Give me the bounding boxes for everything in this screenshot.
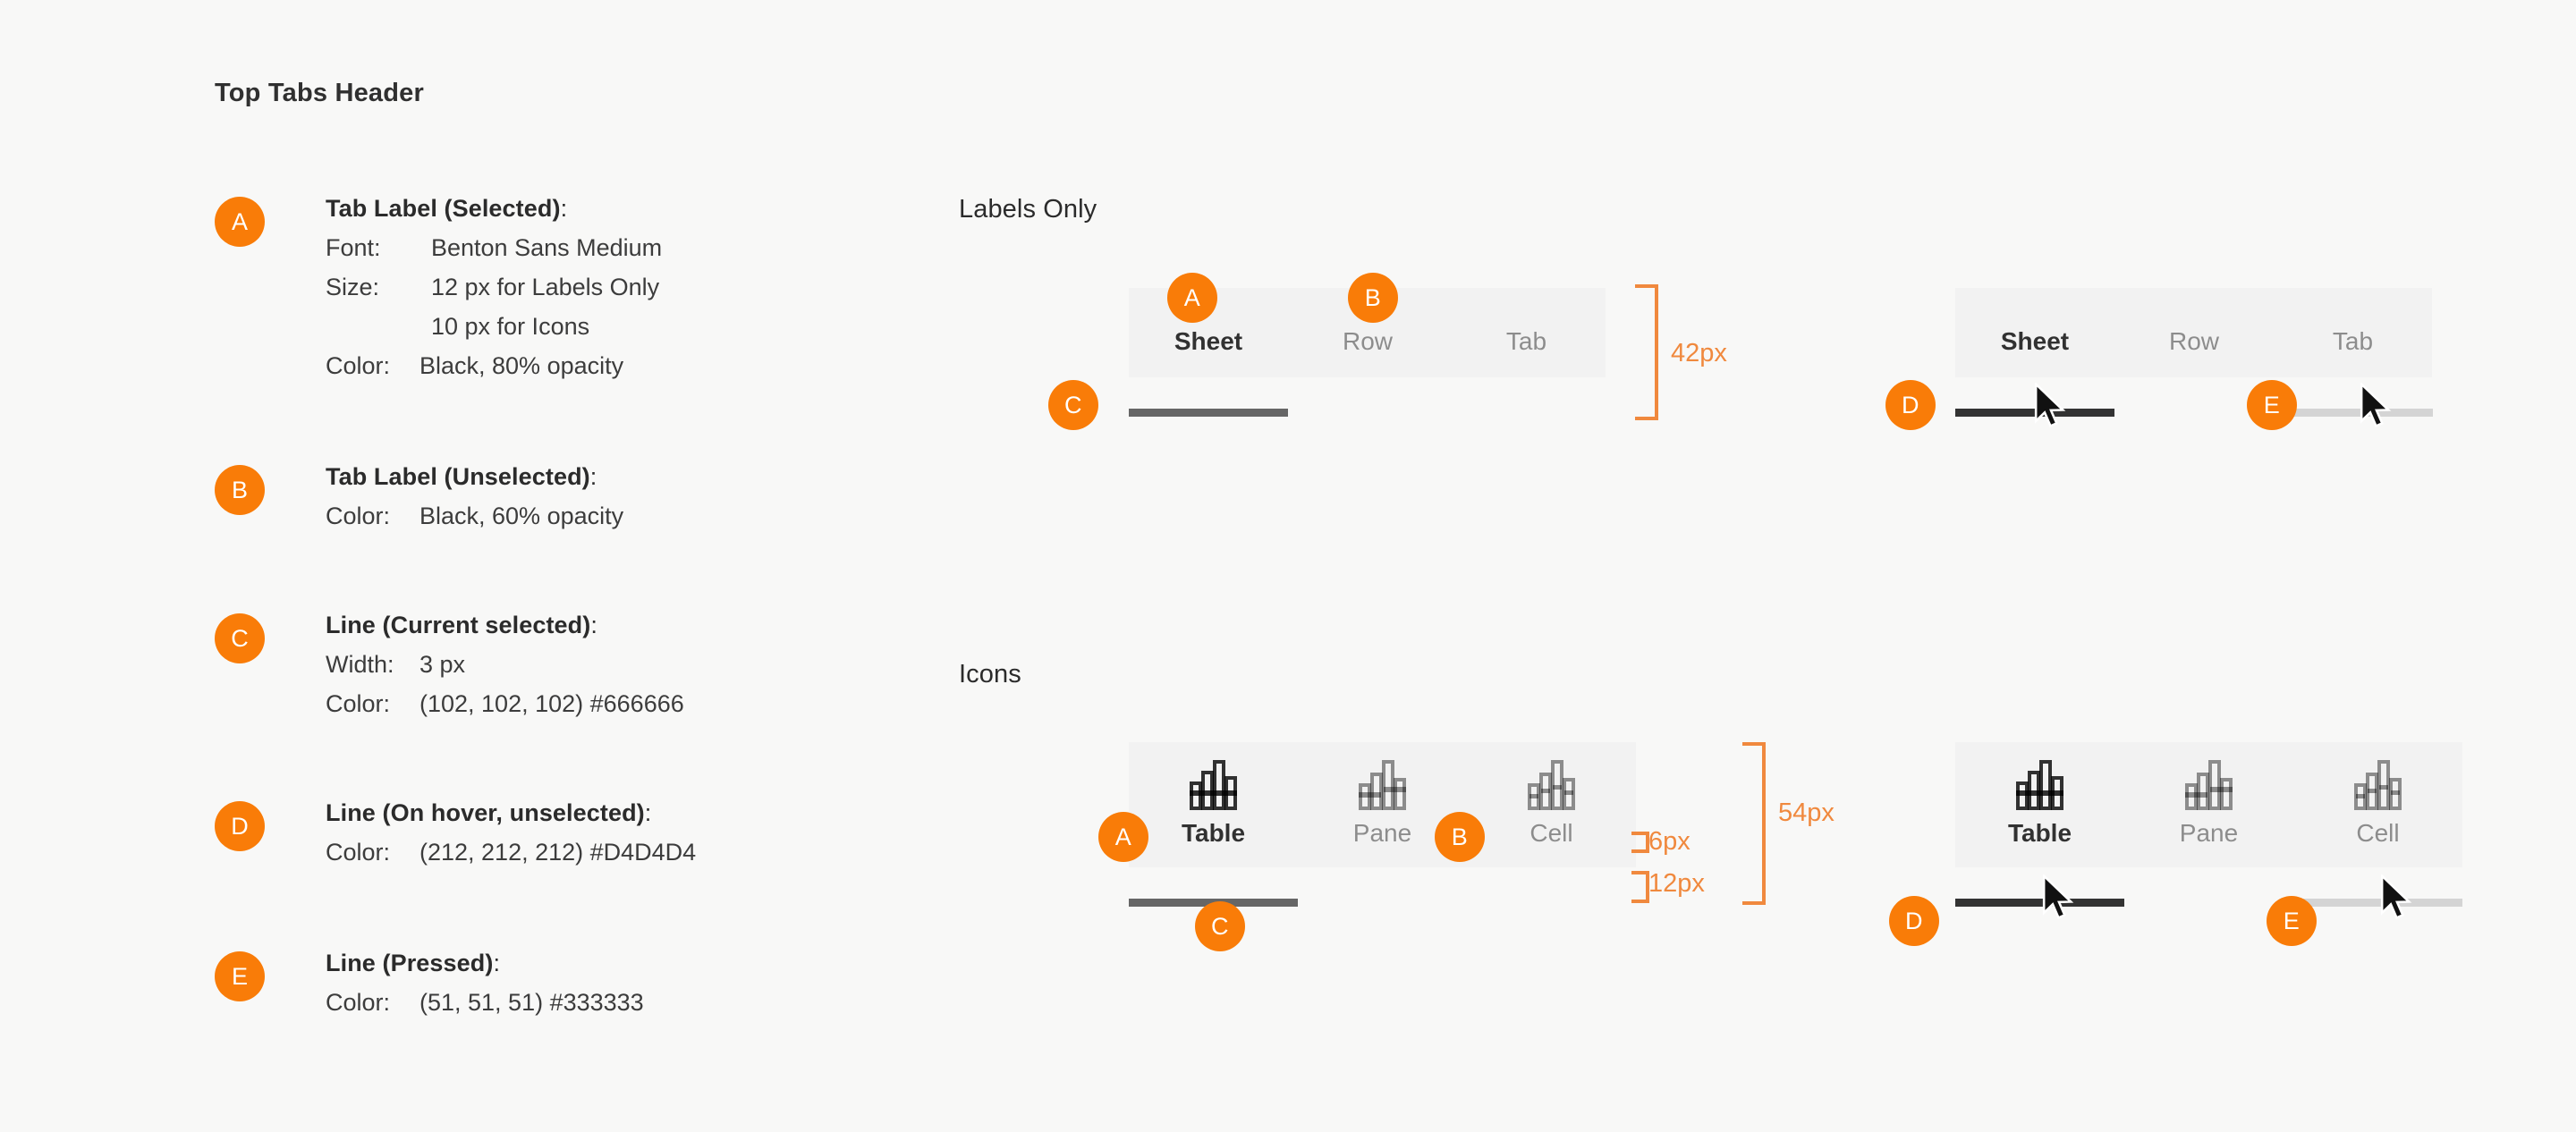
page-title: Top Tabs Header bbox=[215, 79, 424, 107]
tabbar-labels-only-states[interactable]: Sheet Row Tab bbox=[1955, 288, 2432, 377]
marker-b-icons: B bbox=[1435, 812, 1485, 862]
tab-tab[interactable]: Tab bbox=[1447, 288, 1606, 377]
tab-label: Pane bbox=[2179, 819, 2239, 847]
spec-value: (212, 212, 212) #D4D4D4 bbox=[419, 839, 697, 866]
marker-d-labels-only: D bbox=[1885, 380, 1936, 430]
bar-chart-table-icon bbox=[2015, 760, 2063, 810]
tab-label: Row bbox=[1342, 327, 1393, 355]
spec-value: 10 px for Icons bbox=[431, 313, 590, 340]
bracket-12px bbox=[1631, 871, 1649, 903]
mouse-cursor-icon bbox=[2380, 874, 2412, 920]
underline-pressed bbox=[1955, 899, 2124, 907]
underline-hover bbox=[2293, 899, 2462, 907]
spec-row: Color: (51, 51, 51) #333333 bbox=[326, 983, 644, 1022]
spec-row: Color: Black, 80% opacity bbox=[326, 346, 662, 385]
tab-label: Table bbox=[1181, 819, 1246, 847]
marker-bubble-c: C bbox=[215, 613, 265, 663]
spec-value: 3 px bbox=[419, 651, 466, 678]
marker-c-labels-only: C bbox=[1048, 380, 1098, 430]
marker-e-labels-only: E bbox=[2247, 380, 2297, 430]
tab-table-pressed[interactable]: Table bbox=[1955, 742, 2124, 867]
tabbar-icons-states[interactable]: Table Pane Cell bbox=[1955, 742, 2462, 867]
spec-key bbox=[326, 307, 431, 346]
annotation-6px: 6px bbox=[1648, 827, 1690, 856]
bracket-54px bbox=[1742, 742, 1766, 905]
spec-key: Color: bbox=[326, 690, 391, 717]
tab-tab-hover[interactable]: Tab bbox=[2274, 288, 2432, 377]
spec-key: Color: bbox=[326, 352, 391, 379]
section-title-labels-only: Labels Only bbox=[959, 195, 1097, 224]
tab-label: Table bbox=[2007, 819, 2072, 847]
mouse-cursor-icon bbox=[2034, 383, 2066, 428]
spec-row: Color: (102, 102, 102) #666666 bbox=[326, 684, 684, 723]
tab-table[interactable]: Table bbox=[1129, 742, 1298, 867]
spec-key: Width: bbox=[326, 651, 394, 678]
spec-value: (51, 51, 51) #333333 bbox=[419, 989, 644, 1016]
spec-heading-c: Line (Current selected): bbox=[326, 612, 597, 638]
spec-value: Black, 80% opacity bbox=[419, 352, 624, 379]
annotation-12px: 12px bbox=[1648, 869, 1705, 898]
marker-bubble-b: B bbox=[215, 465, 265, 515]
spec-heading-a: Tab Label (Selected): bbox=[326, 195, 568, 222]
tab-label: Pane bbox=[1352, 819, 1412, 847]
mouse-cursor-icon bbox=[2042, 874, 2074, 920]
underline-hover bbox=[2274, 409, 2433, 417]
section-title-icons: Icons bbox=[959, 660, 1021, 688]
marker-a-labels-only: A bbox=[1167, 273, 1217, 323]
spec-key: Color: bbox=[326, 839, 391, 866]
spec-row: Size: 12 px for Labels Only bbox=[326, 267, 662, 307]
spec-heading-b: Tab Label (Unselected): bbox=[326, 463, 597, 490]
design-spec-page: Top Tabs Header A Tab Label (Selected): … bbox=[0, 0, 2576, 1132]
tab-cell-hover[interactable]: Cell bbox=[2293, 742, 2462, 867]
marker-bubble-e: E bbox=[215, 951, 265, 1001]
annotation-54px: 54px bbox=[1778, 798, 1835, 827]
marker-a-icons: A bbox=[1098, 812, 1148, 862]
spec-row: Color: Black, 60% opacity bbox=[326, 496, 623, 536]
tab-row[interactable]: Row bbox=[2114, 288, 2274, 377]
spec-value: 12 px for Labels Only bbox=[431, 274, 660, 300]
tab-label: Tab bbox=[1505, 327, 1547, 355]
spec-row: Font: Benton Sans Medium bbox=[326, 228, 662, 267]
tab-label: Sheet bbox=[1174, 327, 1243, 355]
spec-heading-d: Line (On hover, unselected): bbox=[326, 799, 652, 826]
marker-d-icons: D bbox=[1889, 896, 1939, 946]
spec-row: Color: (212, 212, 212) #D4D4D4 bbox=[326, 832, 696, 872]
tab-label: Row bbox=[2168, 327, 2219, 355]
spec-value: (102, 102, 102) #666666 bbox=[419, 690, 684, 717]
bar-chart-cell-icon bbox=[1527, 760, 1575, 810]
spec-key: Font: bbox=[326, 234, 381, 261]
spec-value: Black, 60% opacity bbox=[419, 503, 624, 529]
tab-sheet-pressed[interactable]: Sheet bbox=[1955, 288, 2114, 377]
bracket-6px bbox=[1631, 832, 1649, 853]
spec-heading-e: Line (Pressed): bbox=[326, 950, 501, 976]
spec-key: Color: bbox=[326, 503, 391, 529]
marker-e-icons: E bbox=[2267, 896, 2317, 946]
bar-chart-cell-icon bbox=[2353, 760, 2402, 810]
tab-pane[interactable]: Pane bbox=[2124, 742, 2293, 867]
bracket-42px bbox=[1635, 284, 1658, 420]
underline-selected bbox=[1129, 409, 1288, 417]
tab-cell[interactable]: Cell bbox=[1467, 742, 1636, 867]
spec-row: 10 px for Icons bbox=[326, 307, 662, 346]
spec-row: Width: 3 px bbox=[326, 645, 684, 684]
mouse-cursor-icon bbox=[2360, 383, 2392, 428]
marker-bubble-a: A bbox=[215, 197, 265, 247]
bar-chart-pane-icon bbox=[1358, 760, 1406, 810]
annotation-42px: 42px bbox=[1671, 339, 1727, 367]
marker-bubble-d: D bbox=[215, 801, 265, 851]
spec-value: Benton Sans Medium bbox=[431, 234, 663, 261]
marker-c-icons: C bbox=[1195, 901, 1245, 951]
tab-label: Tab bbox=[2332, 327, 2374, 355]
tab-label: Cell bbox=[2356, 819, 2400, 847]
tab-label: Sheet bbox=[2000, 327, 2070, 355]
bar-chart-pane-icon bbox=[2184, 760, 2233, 810]
spec-key: Color: bbox=[326, 989, 391, 1016]
spec-key: Size: bbox=[326, 274, 380, 300]
marker-b-labels-only: B bbox=[1348, 273, 1398, 323]
tabbar-icons-default[interactable]: Table Pane Cell bbox=[1129, 742, 1636, 867]
tab-label: Cell bbox=[1530, 819, 1573, 847]
bar-chart-table-icon bbox=[1189, 760, 1237, 810]
